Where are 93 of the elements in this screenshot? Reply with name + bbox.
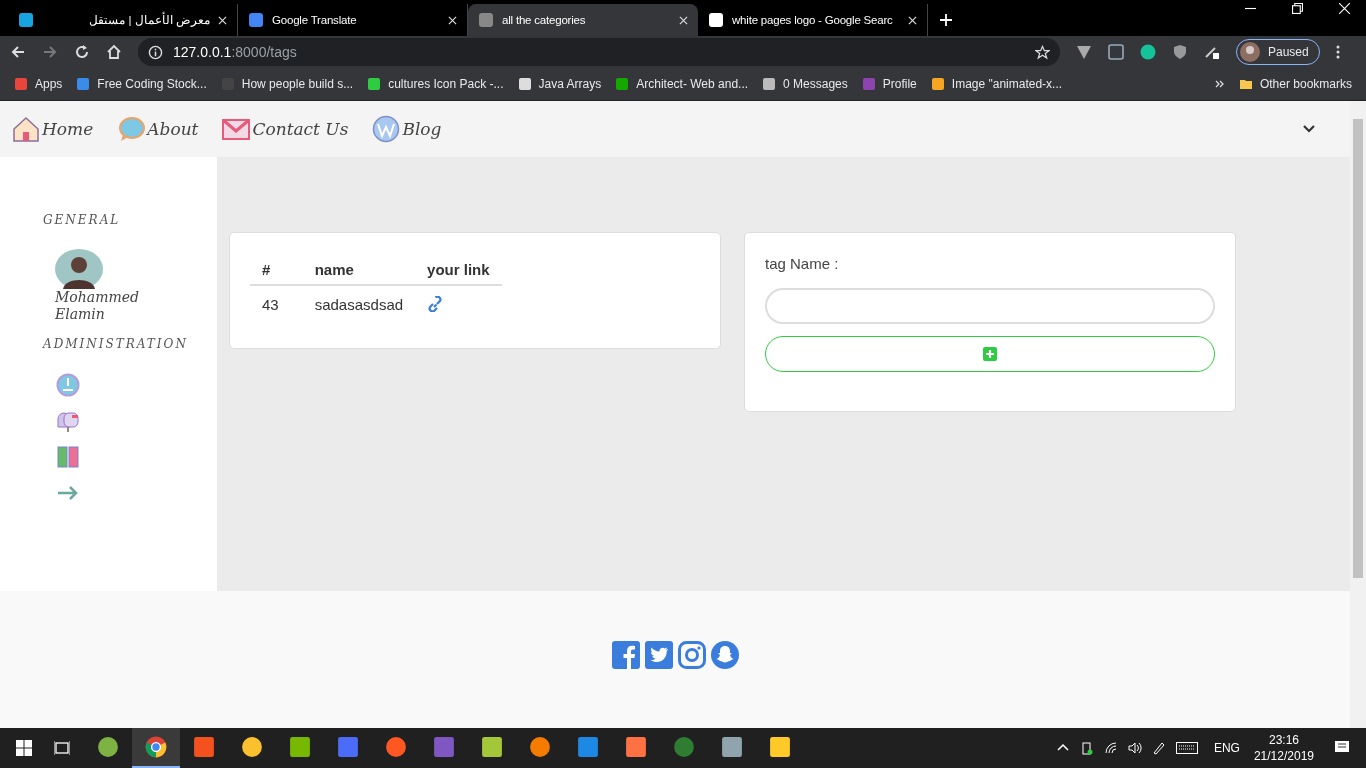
forward-icon[interactable] xyxy=(42,44,58,60)
browser-tab[interactable]: all the categories xyxy=(468,4,698,36)
tag-name-field[interactable] xyxy=(765,288,1215,324)
extension-icon[interactable] xyxy=(1076,44,1092,60)
column-header: your link xyxy=(415,255,502,285)
close-icon[interactable] xyxy=(218,15,227,25)
chevron-icon[interactable] xyxy=(1214,79,1225,89)
app-icon xyxy=(481,736,503,758)
avatar xyxy=(55,249,103,289)
bookmark[interactable]: Other bookmarks xyxy=(1238,77,1352,91)
bookmark[interactable]: Architect- Web and... xyxy=(615,77,749,91)
taskbar-app[interactable] xyxy=(132,728,180,768)
bookmark[interactable]: Apps xyxy=(14,77,63,91)
app-icon xyxy=(625,736,647,758)
pen-icon[interactable] xyxy=(1151,741,1166,755)
app-icon xyxy=(721,736,743,758)
app-icon xyxy=(97,736,119,758)
column-header: name xyxy=(302,255,416,285)
site-icon xyxy=(248,12,264,28)
url-text: 127.0.0.1:8000/tags xyxy=(173,44,298,60)
bookmark[interactable]: Java Arrays xyxy=(517,77,602,91)
reload-icon[interactable] xyxy=(74,44,90,60)
caret-icon[interactable] xyxy=(1302,124,1316,134)
language-indicator[interactable]: ENG xyxy=(1213,741,1240,755)
globe-icon xyxy=(372,115,401,143)
mailbox-icon[interactable] xyxy=(56,409,80,433)
house-icon xyxy=(12,115,40,143)
app-icon xyxy=(673,736,695,758)
restore-icon[interactable] xyxy=(1292,2,1303,14)
bookmark[interactable]: Image "animated-x... xyxy=(930,77,1063,91)
site-icon xyxy=(18,12,34,28)
address-bar[interactable]: 127.0.0.1:8000/tags xyxy=(138,38,1060,66)
app-icon xyxy=(145,736,167,758)
binders-icon[interactable] xyxy=(56,445,80,469)
close-icon[interactable] xyxy=(679,15,688,25)
star-icon[interactable] xyxy=(1035,44,1050,60)
user-name: Mohammed Elamin xyxy=(55,289,140,323)
instagram-icon[interactable] xyxy=(677,641,706,669)
home-icon[interactable] xyxy=(106,44,122,60)
new-tab-icon[interactable] xyxy=(940,14,952,26)
info-icon xyxy=(148,44,163,60)
bookmark[interactable]: 0 Messages xyxy=(762,77,848,91)
app-icon xyxy=(193,736,215,758)
wifi-icon[interactable] xyxy=(1103,741,1118,755)
windows-icon[interactable] xyxy=(16,740,32,756)
plus-icon xyxy=(983,347,997,361)
app-icon xyxy=(529,736,551,758)
app-icon xyxy=(577,736,599,758)
back-icon[interactable] xyxy=(10,44,26,60)
app-icon xyxy=(289,736,311,758)
site-icon xyxy=(478,12,494,28)
extension-icon[interactable] xyxy=(1140,44,1156,60)
avatar-icon xyxy=(1240,42,1260,62)
link-icon[interactable] xyxy=(427,296,444,312)
extension-icon[interactable] xyxy=(1108,44,1124,60)
menu-icon[interactable] xyxy=(1335,44,1340,60)
nav-link[interactable]: Home xyxy=(12,115,94,143)
close-icon[interactable] xyxy=(908,15,917,25)
nav-link[interactable]: Contact Us xyxy=(222,115,349,143)
nav-link[interactable]: About xyxy=(117,115,199,143)
section-heading: ADMINISTRATION xyxy=(43,337,189,351)
table-cell: sadasasdsad xyxy=(302,285,416,323)
table-cell: 43 xyxy=(250,285,303,323)
app-icon xyxy=(337,736,359,758)
nav-link[interactable]: Blog xyxy=(372,115,442,143)
column-header: # xyxy=(250,255,303,285)
app-icon xyxy=(769,736,791,758)
bookmark[interactable]: How people build s... xyxy=(220,77,354,91)
scrollbar[interactable] xyxy=(1350,101,1366,728)
keyboard-icon[interactable] xyxy=(1175,742,1198,754)
scrollbar-thumb[interactable] xyxy=(1353,119,1363,578)
clock-date[interactable]: 21/12/2019 xyxy=(1253,748,1314,764)
pen-icon[interactable] xyxy=(1204,44,1220,60)
clock-time[interactable]: 23:16 xyxy=(1268,732,1299,748)
app-icon xyxy=(433,736,455,758)
battery-icon[interactable] xyxy=(1079,741,1094,755)
site-icon xyxy=(708,12,724,28)
bookmark[interactable]: Profile xyxy=(861,77,917,91)
speaker-icon[interactable] xyxy=(1127,741,1142,755)
twitter-icon[interactable] xyxy=(644,641,673,669)
app-icon xyxy=(385,736,407,758)
close-icon[interactable] xyxy=(448,15,457,25)
app-icon xyxy=(241,736,263,758)
shield-icon[interactable] xyxy=(1172,44,1188,60)
ghost-icon[interactable] xyxy=(710,641,739,669)
bookmark[interactable]: cultures Icon Pack -... xyxy=(367,77,504,91)
section-heading: GENERAL xyxy=(43,213,122,227)
bookmark[interactable]: Free Coding Stock... xyxy=(76,77,207,91)
facebook-icon[interactable] xyxy=(611,641,640,669)
speech-bubble-icon xyxy=(117,115,146,143)
task-view-icon[interactable] xyxy=(54,740,70,756)
field-label: tag Name : xyxy=(765,255,840,272)
folder-icon xyxy=(1238,77,1253,91)
